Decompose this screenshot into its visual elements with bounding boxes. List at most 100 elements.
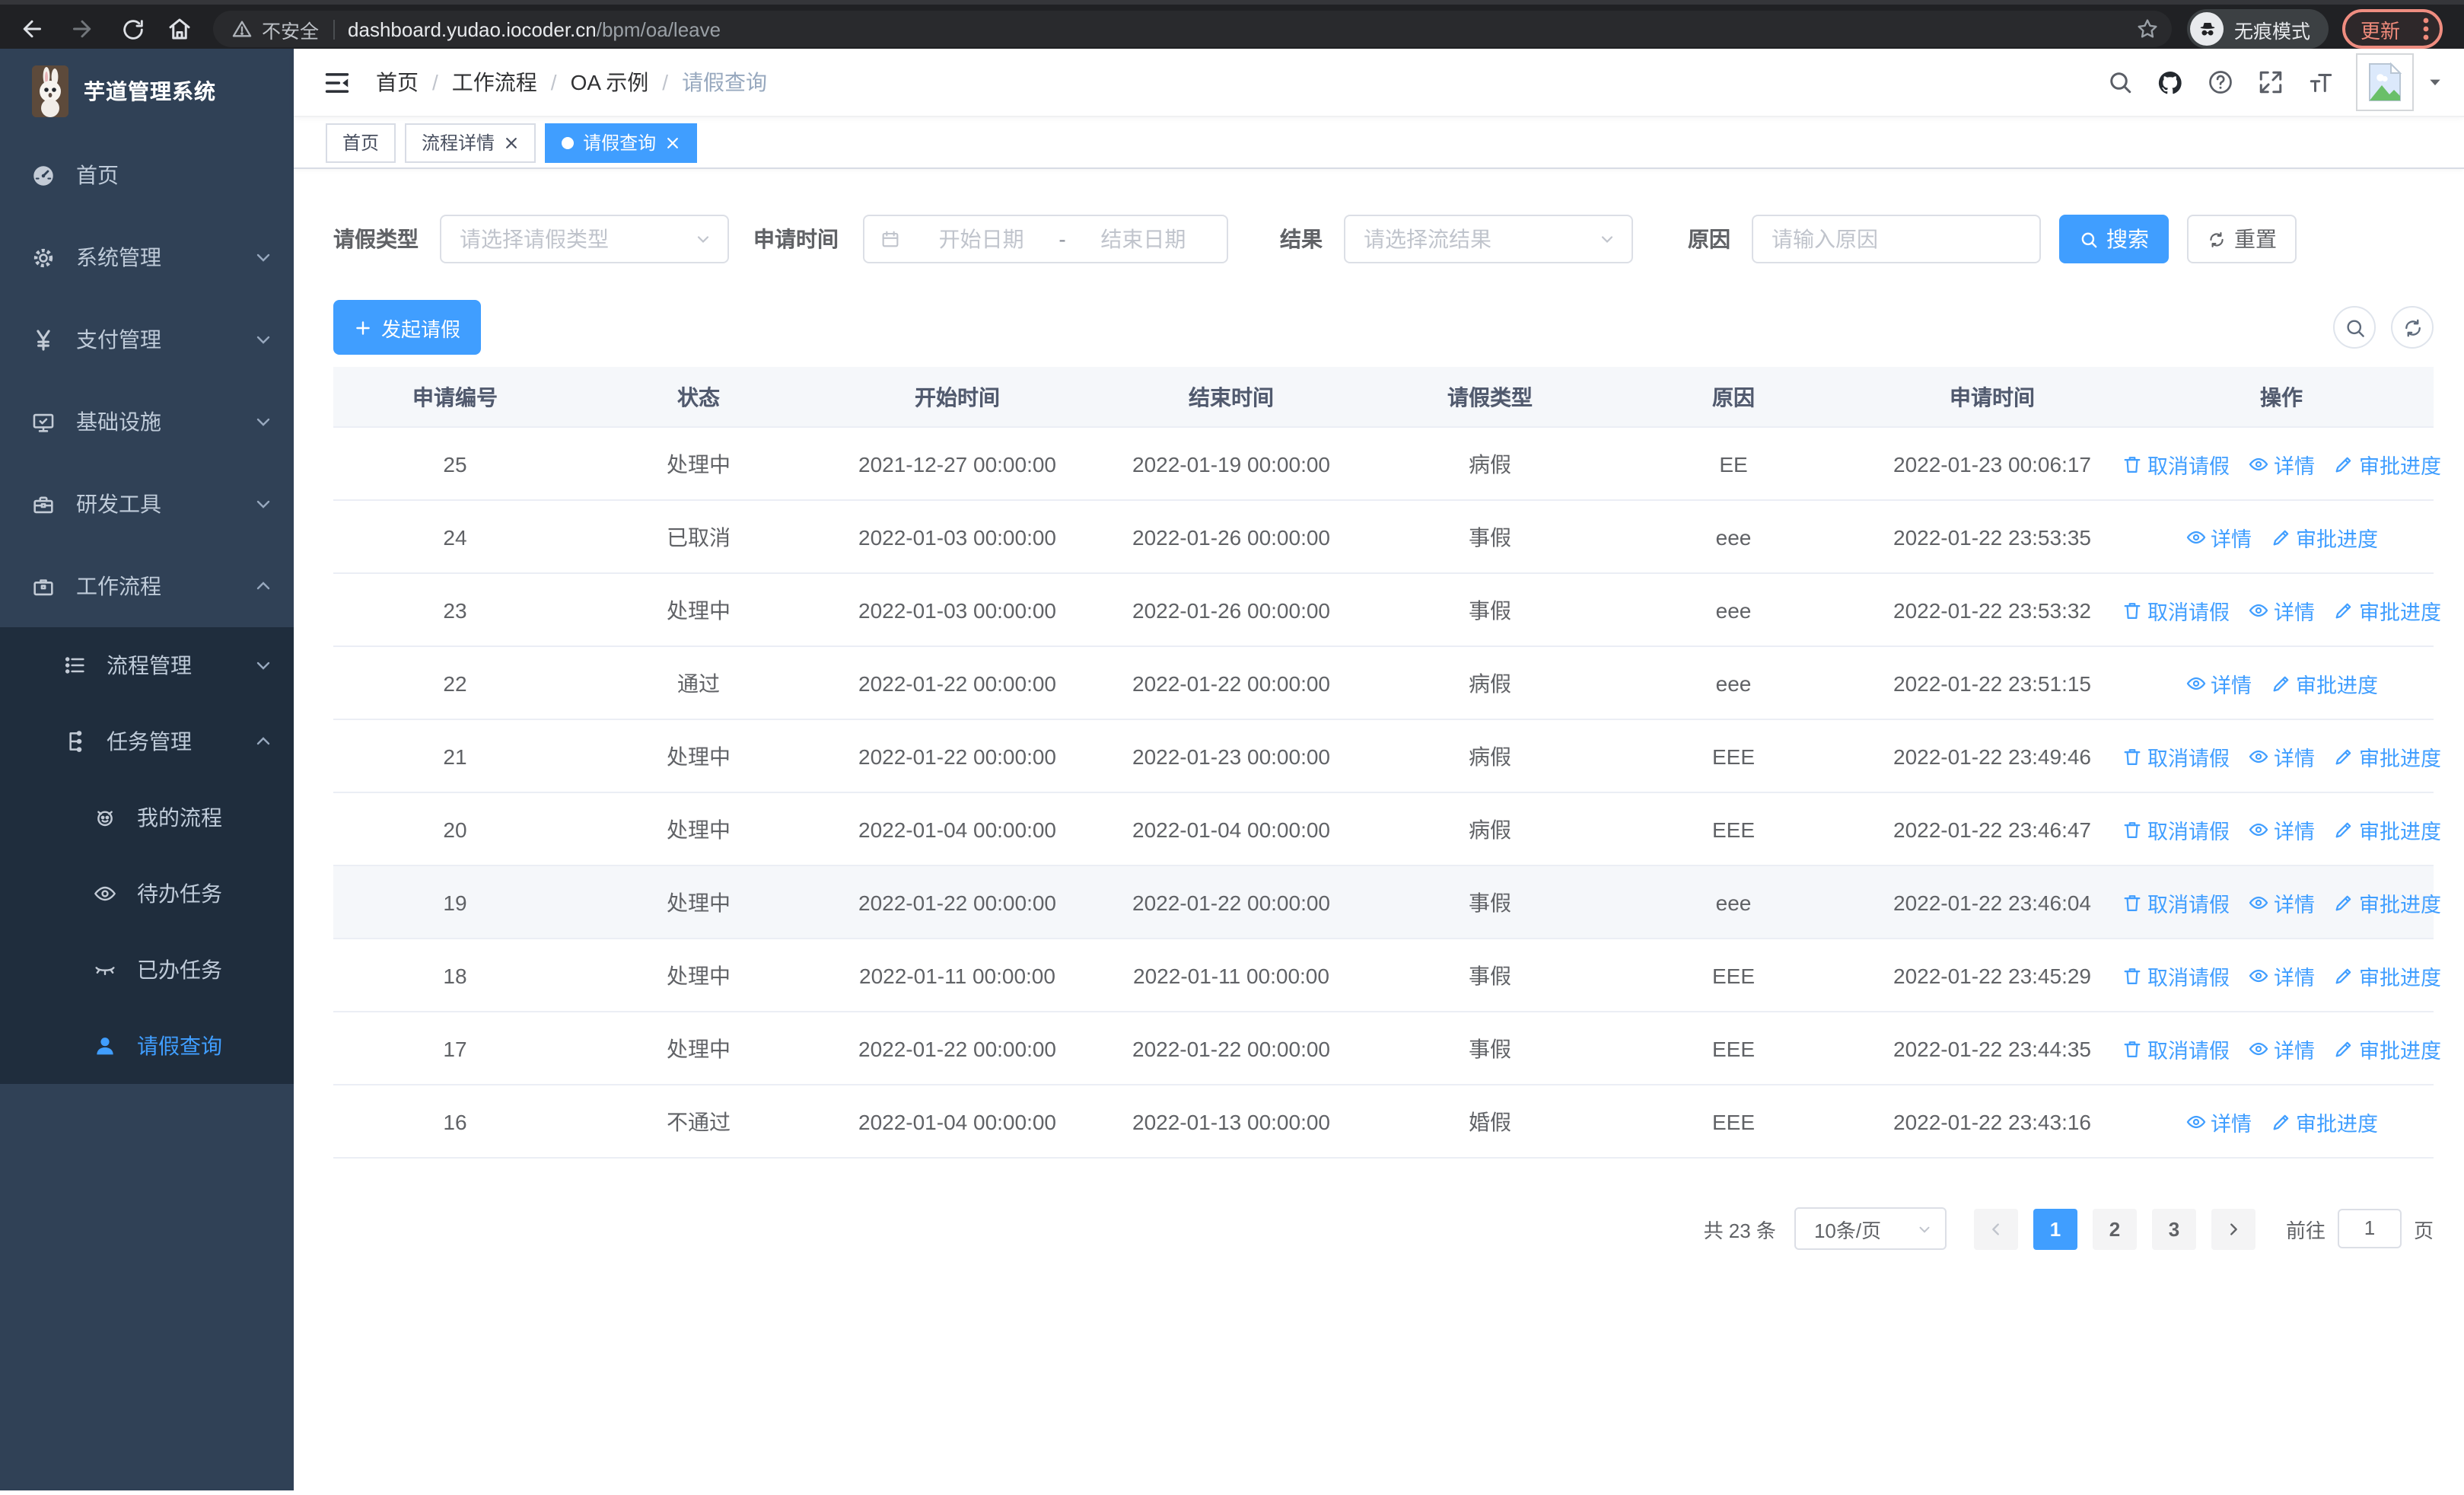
user-avatar[interactable] xyxy=(2356,53,2414,111)
cancel-leave-link[interactable]: 取消请假 xyxy=(2122,741,2230,771)
search-button[interactable]: 搜索 xyxy=(2059,215,2169,263)
reason-input[interactable]: 请输入原因 xyxy=(1752,215,2041,263)
cancel-leave-link[interactable]: 取消请假 xyxy=(2122,960,2230,990)
update-label[interactable]: 更新 xyxy=(2361,14,2400,43)
sidebar-item-workflow[interactable]: 工作流程 xyxy=(0,545,294,627)
approval-progress-link[interactable]: 审批进度 xyxy=(2270,668,2378,698)
browser-home-icon[interactable] xyxy=(166,15,193,43)
cancel-leave-link[interactable]: 取消请假 xyxy=(2122,1033,2230,1063)
detail-link[interactable]: 详情 xyxy=(2248,1033,2315,1063)
sidebar-item-done-tasks[interactable]: 已办任务 xyxy=(0,932,294,1008)
leave-table-body: 25 处理中 2021-12-27 00:00:00 2022-01-19 00:00… xyxy=(333,428,2441,1159)
sidebar-item-my-process[interactable]: 我的流程 xyxy=(0,779,294,856)
detail-link[interactable]: 详情 xyxy=(2185,1106,2252,1136)
caret-down-icon[interactable] xyxy=(2427,75,2443,90)
reason-label: 原因 xyxy=(1688,227,1730,251)
tab-leave-query[interactable]: 请假查询 xyxy=(545,123,698,162)
create-leave-button[interactable]: 发起请假 xyxy=(333,300,481,355)
detail-link[interactable]: 详情 xyxy=(2185,521,2252,552)
page-button-3[interactable]: 3 xyxy=(2151,1208,2196,1249)
browser-menu-dots-icon[interactable] xyxy=(2423,17,2429,41)
fullscreen-icon[interactable] xyxy=(2257,69,2284,96)
github-icon[interactable] xyxy=(2157,69,2184,96)
approval-progress-link[interactable]: 审批进度 xyxy=(2333,594,2441,625)
browser-reload-icon[interactable] xyxy=(119,15,146,43)
approval-progress-link[interactable]: 审批进度 xyxy=(2270,521,2378,552)
cell-reason: EE xyxy=(1719,451,1748,476)
sidebar-item-process-mgmt[interactable]: 流程管理 xyxy=(0,627,294,703)
leave-type-select[interactable]: 请选择请假类型 xyxy=(440,215,729,263)
prev-page-button[interactable] xyxy=(1973,1208,2018,1249)
cell-reason: EEE xyxy=(1711,744,1755,768)
tab-label: 首页 xyxy=(342,132,380,154)
detail-link[interactable]: 详情 xyxy=(2248,448,2315,479)
sidebar-item-system[interactable]: 系统管理 xyxy=(0,216,294,298)
sidebar-item-home[interactable]: 首页 xyxy=(0,134,294,216)
breadcrumb-item-home[interactable]: 首页 xyxy=(376,67,419,97)
breadcrumb-item-oa[interactable]: OA 示例 xyxy=(571,67,649,97)
security-label[interactable]: 不安全 xyxy=(262,14,319,43)
page-button-1[interactable]: 1 xyxy=(2033,1208,2077,1249)
close-icon[interactable] xyxy=(504,135,519,150)
detail-link[interactable]: 详情 xyxy=(2248,594,2315,625)
search-icon[interactable] xyxy=(2106,69,2134,96)
sidebar-item-todo-tasks[interactable]: 待办任务 xyxy=(0,856,294,932)
sidebar-fold-icon[interactable] xyxy=(323,68,352,97)
tab-process-detail[interactable]: 流程详情 xyxy=(405,123,536,162)
approval-progress-link[interactable]: 审批进度 xyxy=(2333,448,2441,479)
page-size-select[interactable]: 10条/页 xyxy=(1794,1207,1947,1250)
cancel-leave-link[interactable]: 取消请假 xyxy=(2122,814,2230,844)
tab-home[interactable]: 首页 xyxy=(326,123,396,162)
refresh-table-button[interactable] xyxy=(2391,306,2434,349)
broken-image-icon xyxy=(2369,62,2402,101)
approval-progress-link[interactable]: 审批进度 xyxy=(2333,741,2441,771)
approval-progress-link[interactable]: 审批进度 xyxy=(2333,960,2441,990)
close-icon[interactable] xyxy=(665,135,680,150)
reset-button-label: 重置 xyxy=(2234,227,2277,251)
next-page-button[interactable] xyxy=(2211,1208,2255,1249)
font-size-icon[interactable] xyxy=(2307,69,2335,96)
cancel-leave-link[interactable]: 取消请假 xyxy=(2122,887,2230,917)
cancel-leave-link[interactable]: 取消请假 xyxy=(2122,594,2230,625)
sidebar-item-label: 基础设施 xyxy=(76,410,161,434)
approval-progress-link[interactable]: 审批进度 xyxy=(2270,1106,2378,1136)
detail-link[interactable]: 详情 xyxy=(2248,741,2315,771)
action-icon xyxy=(2248,1038,2269,1059)
sidebar-item-task-mgmt[interactable]: 任务管理 xyxy=(0,703,294,779)
breadcrumb-item-workflow[interactable]: 工作流程 xyxy=(452,67,537,97)
apply-time-range-picker[interactable]: 开始日期 - 结束日期 xyxy=(863,215,1228,263)
help-icon[interactable] xyxy=(2207,69,2234,96)
detail-link[interactable]: 详情 xyxy=(2185,668,2252,698)
sidebar-item-payment[interactable]: 支付管理 xyxy=(0,298,294,381)
end-date-placeholder[interactable]: 结束日期 xyxy=(1075,224,1211,254)
browser-update-button[interactable]: 更新 xyxy=(2342,9,2443,49)
cell-status: 处理中 xyxy=(667,451,731,476)
detail-link[interactable]: 详情 xyxy=(2248,960,2315,990)
detail-link[interactable]: 详情 xyxy=(2248,887,2315,917)
show-search-toggle-button[interactable] xyxy=(2333,306,2376,349)
column-header-reason: 原因 xyxy=(1712,384,1755,409)
goto-page-input[interactable]: 1 xyxy=(2337,1209,2402,1248)
bookmark-star-icon[interactable] xyxy=(2135,17,2160,41)
cell-apply_time: 2022-01-22 23:46:04 xyxy=(1893,890,2091,914)
approval-progress-link[interactable]: 审批进度 xyxy=(2333,814,2441,844)
sidebar-item-label: 流程管理 xyxy=(107,653,192,677)
app-logo[interactable]: 芋道管理系统 xyxy=(0,49,294,134)
browser-back-icon[interactable] xyxy=(18,15,46,43)
cell-leave_type: 病假 xyxy=(1469,671,1511,695)
page-button-2[interactable]: 2 xyxy=(2092,1208,2137,1249)
sidebar-item-devtools[interactable]: 研发工具 xyxy=(0,463,294,545)
start-date-placeholder[interactable]: 开始日期 xyxy=(913,224,1049,254)
reset-button[interactable]: 重置 xyxy=(2187,215,2297,263)
cancel-leave-link[interactable]: 取消请假 xyxy=(2122,448,2230,479)
sidebar-item-infrastructure[interactable]: 基础设施 xyxy=(0,381,294,463)
approval-progress-link[interactable]: 审批进度 xyxy=(2333,1033,2441,1063)
sidebar-item-leave-query[interactable]: 请假查询 xyxy=(0,1008,294,1084)
goto-unit-label: 页 xyxy=(2413,1219,2434,1242)
url-bar[interactable]: 不安全 dashboard.yudao.iocoder.cn /bpm/oa/l… xyxy=(213,11,2172,47)
action-icon xyxy=(2248,891,2269,913)
approval-progress-link[interactable]: 审批进度 xyxy=(2333,887,2441,917)
detail-link[interactable]: 详情 xyxy=(2248,814,2315,844)
browser-forward-icon[interactable] xyxy=(68,15,96,43)
result-select[interactable]: 请选择流结果 xyxy=(1344,215,1633,263)
